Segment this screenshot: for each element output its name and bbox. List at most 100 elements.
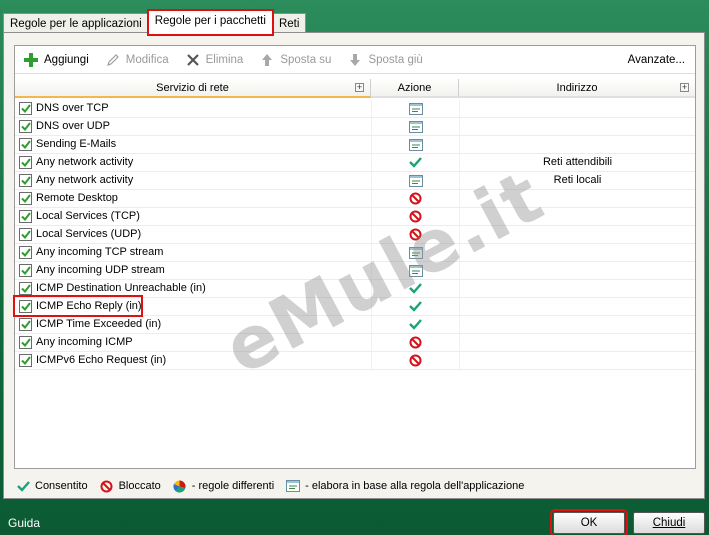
ok-button[interactable]: OK (550, 509, 628, 535)
action-cell[interactable] (371, 118, 459, 135)
table-row[interactable]: DNS over UDP (15, 118, 695, 136)
grid-header: Servizio di rete + Azione Indirizzo + (15, 79, 695, 98)
table-row[interactable]: Sending E-Mails (15, 136, 695, 154)
column-action-label: Azione (397, 82, 432, 94)
delete-button[interactable]: Elimina (185, 52, 243, 68)
action-cell[interactable] (371, 262, 459, 279)
app-rule-icon (408, 246, 423, 259)
move-down-button[interactable]: Sposta giù (347, 52, 423, 68)
service-cell: Any incoming TCP stream (15, 244, 371, 261)
enabled-checkbox[interactable] (19, 354, 32, 367)
tab-packet-rules[interactable]: Regole per i pacchetti (146, 9, 274, 36)
service-name: Local Services (TCP) (36, 210, 140, 222)
close-label: Chiudi (652, 517, 686, 529)
table-row[interactable]: Local Services (TCP) (15, 208, 695, 226)
advanced-link[interactable]: Avanzate... (628, 54, 685, 66)
action-cell[interactable] (371, 208, 459, 225)
enabled-checkbox[interactable] (19, 210, 32, 223)
check-icon (20, 338, 31, 347)
service-name: ICMP Echo Reply (in) (36, 300, 142, 312)
enabled-checkbox[interactable] (19, 336, 32, 349)
enabled-checkbox[interactable] (19, 228, 32, 241)
service-name: Any incoming UDP stream (36, 264, 165, 276)
action-cell[interactable] (371, 334, 459, 351)
move-up-button[interactable]: Sposta su (259, 52, 331, 68)
table-row[interactable]: Any incoming UDP stream (15, 262, 695, 280)
enabled-checkbox[interactable] (19, 318, 32, 331)
action-cell[interactable] (371, 190, 459, 207)
action-cell[interactable] (371, 226, 459, 243)
close-button[interactable]: Chiudi (633, 512, 705, 534)
table-row[interactable]: ICMP Time Exceeded (in) (15, 316, 695, 334)
enabled-checkbox[interactable] (19, 102, 32, 115)
action-cell[interactable] (371, 154, 459, 171)
enabled-checkbox[interactable] (19, 120, 32, 133)
service-name: ICMP Time Exceeded (in) (36, 318, 162, 330)
check-icon (16, 479, 30, 493)
service-cell: ICMP Time Exceeded (in) (15, 316, 371, 333)
move-down-label: Sposta giù (368, 53, 423, 66)
action-cell[interactable] (371, 136, 459, 153)
service-name: Sending E-Mails (36, 138, 117, 150)
legend-app-rule: - elabora in base alla regola dell'appli… (286, 479, 524, 493)
action-cell[interactable] (371, 280, 459, 297)
enabled-checkbox[interactable] (19, 282, 32, 295)
check-icon (20, 158, 31, 167)
table-row[interactable]: Any incoming TCP stream (15, 244, 695, 262)
check-icon (20, 194, 31, 203)
app-rule-icon (408, 102, 423, 115)
edit-button[interactable]: Modifica (105, 52, 169, 68)
expand-icon[interactable]: + (355, 83, 364, 92)
app-rule-icon (286, 479, 301, 493)
enabled-checkbox[interactable] (19, 246, 32, 259)
table-row[interactable]: DNS over TCP (15, 100, 695, 118)
table-row[interactable]: Remote Desktop (15, 190, 695, 208)
rules-panel: Aggiungi Modifica Elimina Sposta su Spos… (13, 45, 696, 469)
action-cell[interactable] (371, 100, 459, 117)
enabled-checkbox[interactable] (19, 156, 32, 169)
service-name: Remote Desktop (36, 192, 118, 204)
add-button[interactable]: Aggiungi (23, 52, 89, 68)
service-cell: Local Services (TCP) (15, 208, 371, 225)
table-row[interactable]: Any network activity Reti locali (15, 172, 695, 190)
enabled-checkbox[interactable] (19, 192, 32, 205)
table-row[interactable]: Any network activity Reti attendibili (15, 154, 695, 172)
table-row[interactable]: ICMP Echo Reply (in) (13, 295, 695, 317)
action-cell[interactable] (371, 316, 459, 333)
legend: Consentito Bloccato - regole differenti … (16, 479, 536, 493)
column-header-service[interactable]: Servizio di rete + (15, 79, 371, 98)
enabled-checkbox[interactable] (19, 174, 32, 187)
action-cell[interactable] (371, 172, 459, 189)
action-cell[interactable] (371, 352, 459, 369)
table-row[interactable]: ICMP Destination Unreachable (in) (15, 280, 695, 298)
address-cell (459, 244, 695, 261)
move-up-label: Sposta su (280, 53, 332, 66)
arrow-down-icon (347, 52, 363, 68)
column-header-address[interactable]: Indirizzo + (459, 79, 695, 98)
service-name: Any incoming TCP stream (36, 246, 164, 258)
expand-icon[interactable]: + (680, 83, 689, 92)
service-name: ICMP Destination Unreachable (in) (36, 282, 206, 294)
check-icon (409, 319, 422, 330)
service-name: Any network activity (36, 156, 134, 168)
enabled-checkbox[interactable] (19, 300, 32, 313)
address-cell (459, 298, 695, 315)
table-row[interactable]: Any incoming ICMP (15, 334, 695, 352)
table-row[interactable]: Local Services (UDP) (15, 226, 695, 244)
check-icon (409, 157, 422, 168)
blocked-icon (100, 479, 114, 493)
table-row[interactable]: ICMPv6 Echo Request (in) (15, 352, 695, 370)
address-cell (459, 208, 695, 225)
help-link[interactable]: Guida (8, 516, 40, 530)
address-cell: Reti locali (459, 172, 695, 189)
service-cell: Any incoming ICMP (15, 334, 371, 351)
address-cell (459, 352, 695, 369)
column-header-action[interactable]: Azione (371, 79, 459, 98)
enabled-checkbox[interactable] (19, 264, 32, 277)
enabled-checkbox[interactable] (19, 138, 32, 151)
check-icon (20, 248, 31, 257)
app-rule-icon (408, 120, 423, 133)
action-cell[interactable] (371, 298, 459, 315)
blocked-icon (409, 228, 422, 241)
action-cell[interactable] (371, 244, 459, 261)
